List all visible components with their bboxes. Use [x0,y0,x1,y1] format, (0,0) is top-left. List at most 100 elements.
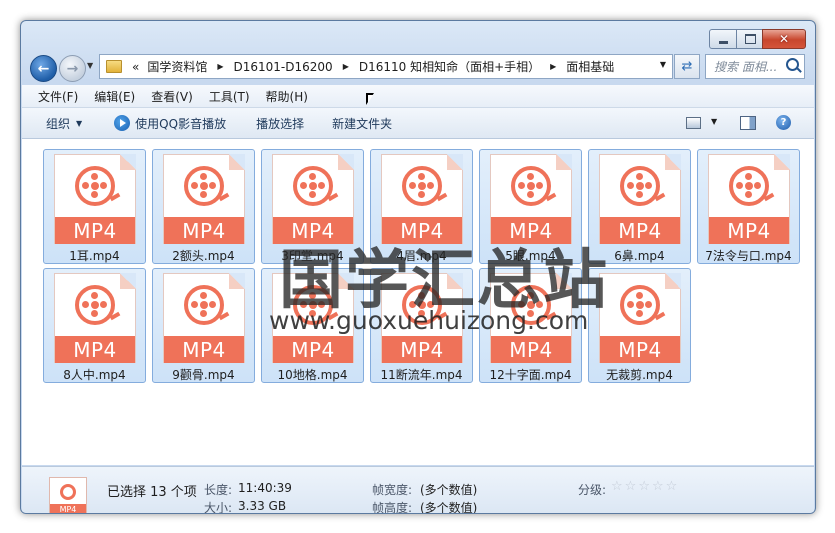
star-icon[interactable]: ☆ [638,479,650,494]
film-reel-icon [511,166,551,206]
chevron-down-icon: ▼ [76,118,83,128]
breadcrumb-separator-icon[interactable]: ▶ [343,62,349,71]
mp4-file-icon: MP4 [163,273,245,363]
recent-pages-dropdown[interactable]: ▼ [87,61,93,70]
page-fold-icon [120,154,136,170]
file-type-badge: MP4 [600,336,680,363]
file-type-badge: MP4 [709,217,789,244]
refresh-icon: ⇄ [681,59,693,74]
file-name[interactable]: 8人中.mp4 [44,366,145,383]
view-mode-dropdown-icon[interactable]: ▼ [711,117,717,126]
file-name[interactable]: 12十字面.mp4 [480,366,581,383]
page-fold-icon [447,154,463,170]
page-fold-icon [665,154,681,170]
play-selection-button[interactable]: 播放选择 [256,115,304,132]
menu-view[interactable]: 查看(V) [151,88,193,105]
close-button[interactable]: ✕ [762,29,806,49]
menu-file[interactable]: 文件(F) [38,88,78,105]
address-dropdown-icon[interactable]: ▼ [660,60,666,69]
menu-edit[interactable]: 编辑(E) [94,88,135,105]
film-reel-icon [620,285,660,325]
file-item[interactable]: MP4 9颧骨.mp4 [152,268,255,383]
mp4-file-icon: MP4 [163,154,245,244]
file-name[interactable]: 9颧骨.mp4 [153,366,254,383]
file-item[interactable]: MP4 2额头.mp4 [152,149,255,264]
file-type-badge: MP4 [55,217,135,244]
file-type-badge: MP4 [382,336,462,363]
breadcrumb-item[interactable]: 国学资料馆 [147,58,207,75]
mp4-file-icon: MP4 [54,154,136,244]
file-item[interactable]: MP4 8人中.mp4 [43,268,146,383]
search-input[interactable]: 搜索 面相... [714,58,780,75]
file-type-badge: MP4 [491,336,571,363]
file-type-badge: MP4 [55,336,135,363]
rating-stars[interactable]: ☆ ☆ ☆ ☆ ☆ [611,479,679,494]
folder-icon [106,60,122,73]
view-mode-icon[interactable] [686,117,701,129]
address-bar[interactable]: « 国学资料馆 ▶ D16101-D16200 ▶ D16110 知相知命（面相… [99,54,673,79]
arrow-left-icon: ← [37,60,50,77]
frame-width-label: 帧宽度: [372,483,413,497]
page-fold-icon [229,273,245,289]
page-fold-icon [229,154,245,170]
file-name[interactable]: 11断流年.mp4 [371,366,472,383]
maximize-button[interactable] [736,29,764,49]
explorer-window: ✕ ← → ▼ « 国学资料馆 ▶ D16101-D16200 ▶ D16110… [20,20,816,514]
film-reel-icon [184,166,224,206]
preview-pane-icon[interactable] [740,116,756,130]
star-icon[interactable]: ☆ [625,479,637,494]
qq-play-button[interactable]: 使用QQ影音播放 [135,115,226,132]
menu-bar: 文件(F) 编辑(E) 查看(V) 工具(T) 帮助(H) [22,85,814,108]
length-label: 长度: [204,483,233,497]
frame-height-label: 帧高度: [372,501,413,514]
breadcrumb-item[interactable]: D16110 知相知命（面相+手相） [359,58,540,75]
close-icon: ✕ [778,32,790,46]
qq-player-icon [114,115,131,131]
file-name[interactable]: 1耳.mp4 [44,247,145,264]
file-type-badge: MP4 [600,217,680,244]
file-name[interactable]: 10地格.mp4 [262,366,363,383]
back-button[interactable]: ← [30,55,57,82]
organize-button[interactable]: 组织 ▼ [46,115,82,132]
film-reel-icon [75,166,115,206]
star-icon[interactable]: ☆ [611,479,623,494]
frame-height-value: (多个数值) [420,501,478,514]
page-fold-icon [774,154,790,170]
minimize-button[interactable] [709,29,738,49]
details-pane: MP4 已选择 13 个项 长度: 11:40:39 大小: 3.33 GB 帧… [22,466,814,513]
film-reel-icon [75,285,115,325]
menu-help[interactable]: 帮助(H) [266,88,308,105]
file-name[interactable]: 2额头.mp4 [153,247,254,264]
watermark-url: www.guoxuehuizong.com [269,306,589,335]
file-name[interactable]: 无裁剪.mp4 [589,366,690,383]
file-name[interactable]: 7法令与口.mp4 [698,247,799,264]
mp4-file-icon: MP4 [49,477,87,513]
refresh-button[interactable]: ⇄ [674,54,700,79]
new-folder-button[interactable]: 新建文件夹 [332,115,392,132]
mouse-cursor-fill [368,95,373,103]
mp4-file-icon: MP4 [708,154,790,244]
breadcrumb-separator-icon[interactable]: ▶ [217,62,223,71]
selection-count: 已选择 13 个项 [107,485,197,500]
search-box[interactable]: 搜索 面相... [705,54,805,79]
star-icon[interactable]: ☆ [666,479,678,494]
minimize-icon [719,40,728,44]
file-item[interactable]: MP4 7法令与口.mp4 [697,149,800,264]
forward-button[interactable]: → [59,55,86,82]
breadcrumb-overflow[interactable]: « [132,60,139,74]
breadcrumb-item[interactable]: D16101-D16200 [234,60,333,74]
file-type-badge: MP4 [50,504,86,513]
film-reel-icon [620,166,660,206]
mp4-file-icon: MP4 [599,273,681,363]
star-icon[interactable]: ☆ [652,479,664,494]
breadcrumb-item[interactable]: 面相基础 [566,58,614,75]
length-value: 11:40:39 [238,481,292,495]
arrow-right-icon: → [66,60,79,77]
file-item[interactable]: MP4 1耳.mp4 [43,149,146,264]
search-icon[interactable] [786,58,799,71]
film-reel-icon [60,484,76,500]
menu-tools[interactable]: 工具(T) [209,88,250,105]
breadcrumb-separator-icon[interactable]: ▶ [550,62,556,71]
help-icon[interactable]: ? [776,115,791,130]
film-reel-icon [293,166,333,206]
